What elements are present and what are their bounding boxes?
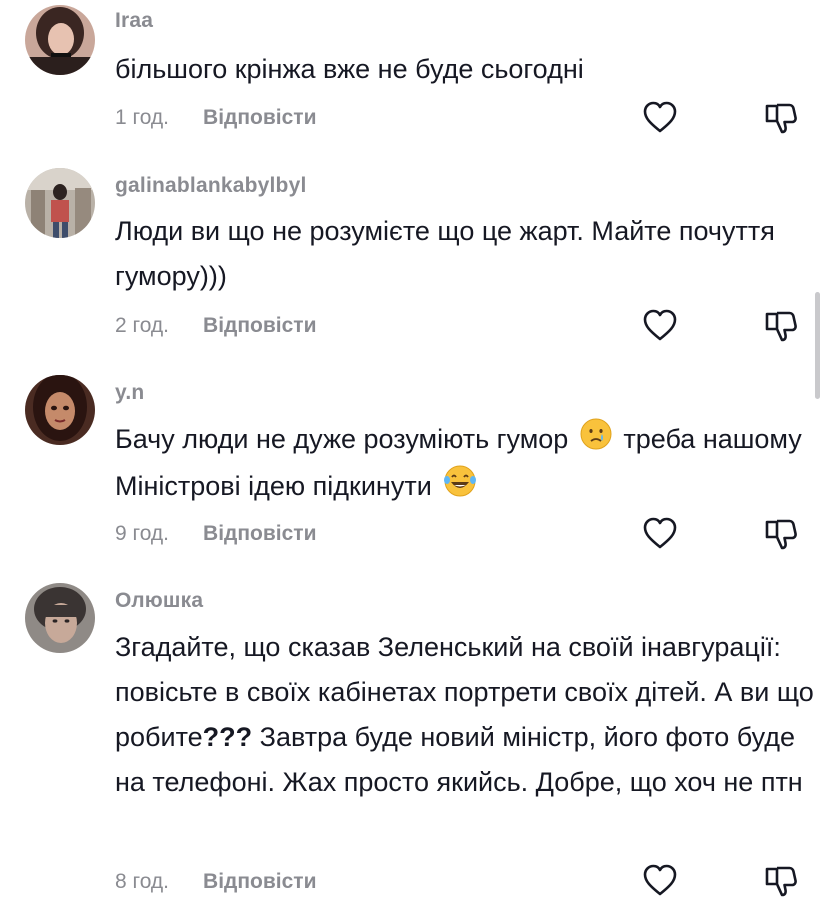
comment-time: 8 год. — [115, 870, 170, 893]
thumbs-down-outline-icon[interactable] — [763, 100, 799, 136]
comment-text: Згадайте, що сказав Зеленський на своїй … — [115, 625, 815, 805]
comment-time: 1 год. — [115, 106, 170, 129]
comment-text-part: Бачу люди не дуже розуміють гумор — [115, 424, 569, 454]
reply-button[interactable]: Відповісти — [203, 106, 316, 129]
avatar[interactable] — [25, 583, 95, 653]
comment-username[interactable]: Iraa — [115, 9, 153, 33]
comment-meta: 8 год. Відповісти — [115, 870, 317, 894]
heart-outline-icon[interactable] — [642, 100, 678, 136]
comment-text: Бачу люди не дуже розуміють гумор треба … — [115, 417, 815, 512]
thumbs-down-outline-icon[interactable] — [763, 516, 799, 552]
thumbs-down-outline-icon[interactable] — [763, 308, 799, 344]
reply-button[interactable]: Відповісти — [203, 870, 316, 893]
comment-meta: 9 год. Відповісти — [115, 522, 317, 546]
thumbs-down-outline-icon[interactable] — [763, 863, 799, 899]
comment-username[interactable]: Олюшка — [115, 589, 203, 613]
avatar[interactable] — [25, 168, 95, 238]
comment-text-emphasis: ??? — [202, 722, 253, 752]
heart-outline-icon[interactable] — [642, 516, 678, 552]
heart-outline-icon[interactable] — [642, 308, 678, 344]
comment-time: 2 год. — [115, 314, 170, 337]
comment-meta: 1 год. Відповісти — [115, 106, 317, 130]
avatar[interactable] — [25, 375, 95, 445]
comment-text: Люди ви що не розумієте що це жарт. Майт… — [115, 216, 775, 291]
reply-button[interactable]: Відповісти — [203, 522, 316, 545]
laughing-tears-emoji — [443, 464, 477, 512]
comment-username[interactable]: galinablankabylbyl — [115, 174, 307, 198]
comment-meta: 2 год. Відповісти — [115, 314, 317, 338]
comment-username[interactable]: y.n — [115, 381, 144, 405]
comment-time: 9 год. — [115, 522, 170, 545]
crying-face-emoji — [580, 418, 612, 464]
scrollbar[interactable] — [815, 292, 820, 399]
avatar[interactable] — [25, 5, 95, 75]
comment-text: більшого крінжа вже не буде сьогодні — [115, 54, 584, 84]
heart-outline-icon[interactable] — [642, 863, 678, 899]
reply-button[interactable]: Відповісти — [203, 314, 316, 337]
